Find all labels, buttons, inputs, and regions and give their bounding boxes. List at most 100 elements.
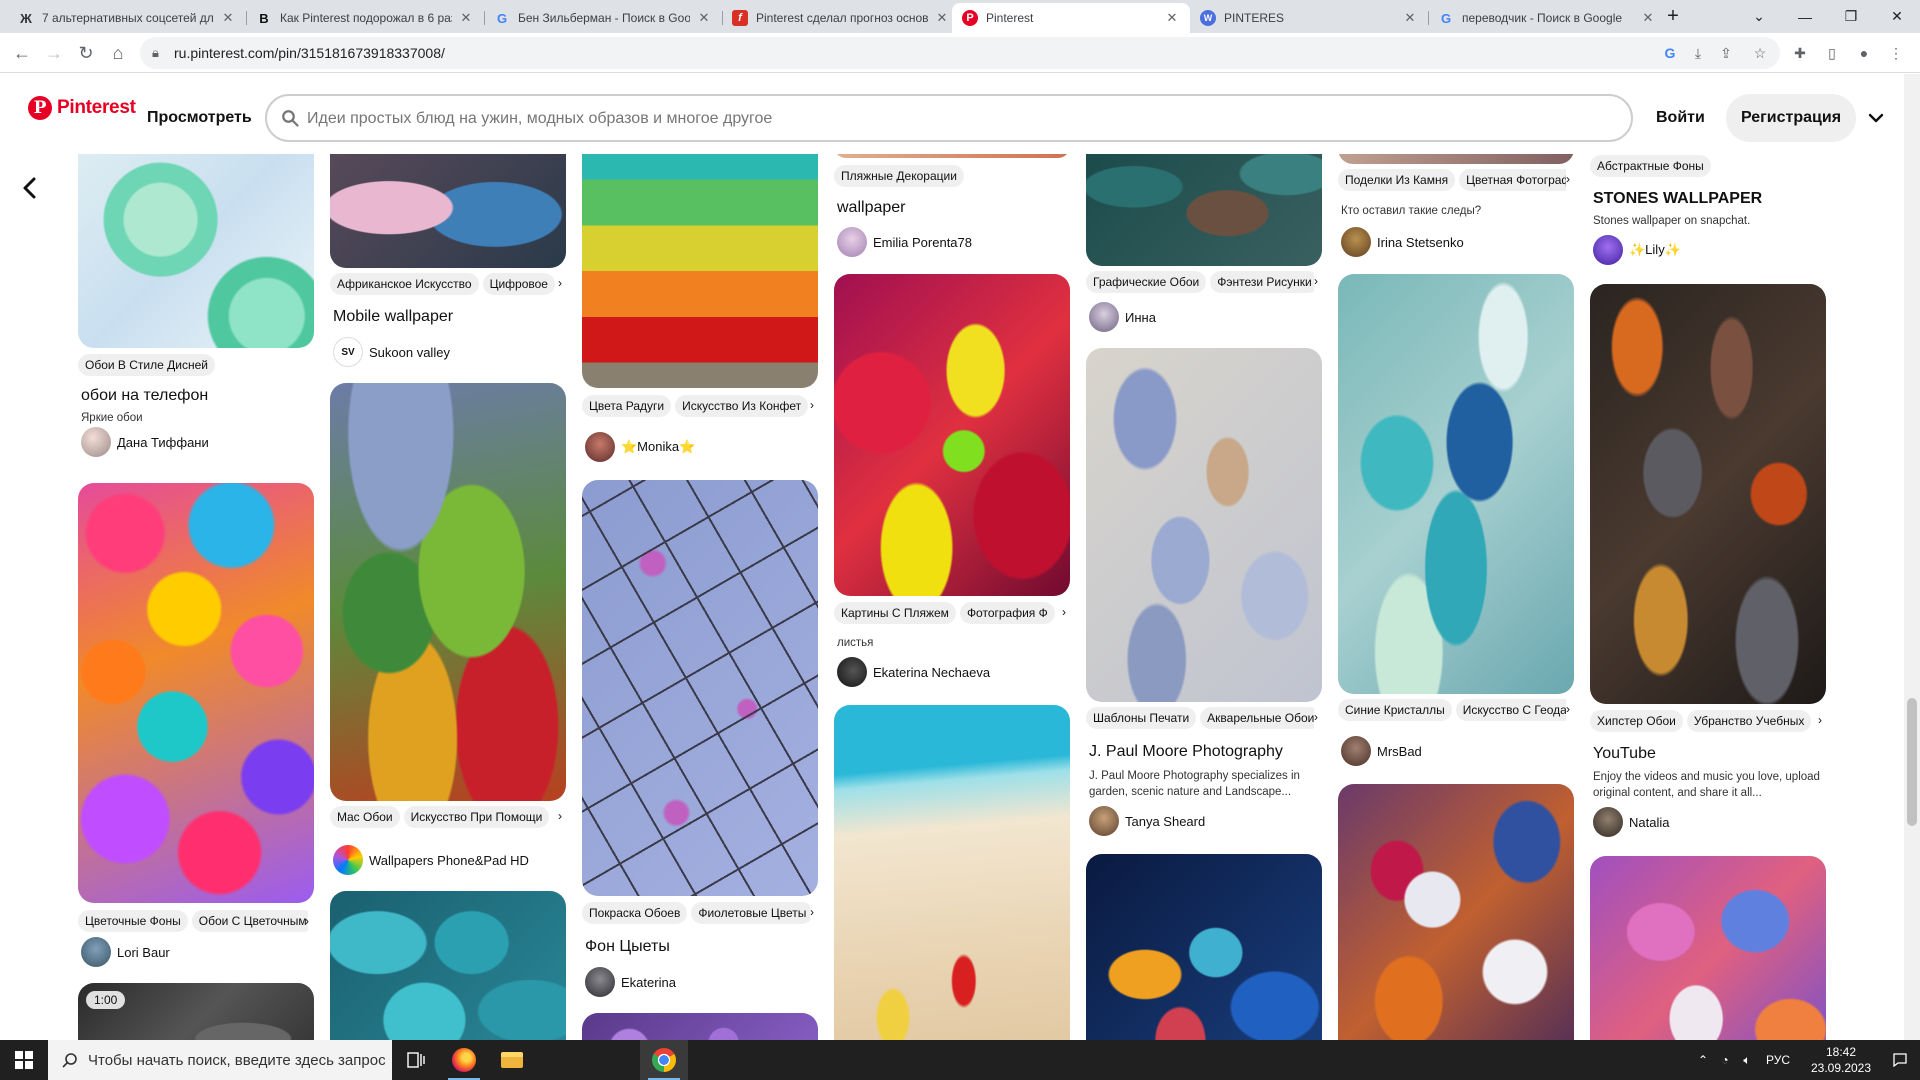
minimize-icon[interactable]: — <box>1782 0 1828 33</box>
pin-image-lime[interactable] <box>78 154 314 348</box>
tag-chip[interactable]: Искусство При Помощи <box>403 806 550 828</box>
chevron-right-icon[interactable]: › <box>1566 172 1570 186</box>
pin-image-beach-top[interactable] <box>834 154 1070 158</box>
pin-image-cracked-earth[interactable] <box>582 480 818 896</box>
chevron-right-icon[interactable]: › <box>558 276 562 290</box>
tag-chip[interactable]: Цифровое <box>482 273 555 295</box>
tag-chip[interactable]: Обои С Цветочным <box>191 910 308 932</box>
tag-chip[interactable]: Абстрактные Фоны <box>1590 155 1711 177</box>
address-bar[interactable]: 🔒︎ ru.pinterest.com/pin/3151816739183370… <box>140 37 1780 69</box>
tag-chip[interactable]: Африканское Искусство <box>330 273 479 295</box>
tag-chip[interactable]: Фиолетовые Цветы <box>691 902 810 924</box>
pin-title[interactable]: обои на телефон <box>81 387 208 405</box>
firefox-icon[interactable] <box>440 1040 488 1080</box>
tag-chip[interactable]: Акварельные Обои <box>1200 707 1314 729</box>
forward-icon[interactable]: → <box>40 39 68 67</box>
close-tab-icon[interactable]: ✕ <box>1402 10 1418 26</box>
pin-image-glass-stones[interactable] <box>1086 854 1322 1040</box>
pin-author[interactable]: MrsBad <box>1341 736 1422 766</box>
browser-menu-icon[interactable]: ⋮ <box>1886 43 1906 63</box>
pin-image-seashells[interactable] <box>1338 784 1574 1040</box>
install-app-icon[interactable]: ⤓ <box>1688 43 1708 63</box>
chevron-right-icon[interactable]: › <box>1818 713 1822 727</box>
chevron-right-icon[interactable]: › <box>810 398 814 412</box>
register-button[interactable]: Регистрация <box>1726 94 1856 142</box>
extensions-icon[interactable]: ✚ <box>1790 43 1810 63</box>
lock-icon[interactable]: 🔒︎ <box>152 45 159 61</box>
tag-chip[interactable]: Покраска Обоев <box>582 902 688 924</box>
reload-icon[interactable]: ↻ <box>72 39 100 67</box>
tag-chip[interactable]: Картины С Пляжем <box>834 602 956 624</box>
new-tab-button[interactable]: + <box>1650 0 1696 33</box>
start-button[interactable] <box>0 1040 48 1080</box>
taskbar-search-input[interactable]: Чтобы начать поиск, введите здесь запрос <box>48 1040 392 1080</box>
chevron-right-icon[interactable]: › <box>305 914 309 928</box>
volume-icon[interactable]: 🔈︎ <box>1736 1053 1758 1068</box>
pin-image-stones[interactable] <box>330 154 566 268</box>
chevron-right-icon[interactable]: › <box>1062 605 1066 619</box>
pin-image-turquoise[interactable] <box>330 891 566 1040</box>
pin-image-leaves[interactable] <box>330 383 566 801</box>
pin-image-rocks-teal[interactable] <box>1086 154 1322 266</box>
tag-chip[interactable]: Убранство Учебных <box>1686 710 1812 732</box>
browser-tab[interactable]: B Как Pinterest подорожал в 6 раз ✕ <box>246 3 484 33</box>
task-view-icon[interactable] <box>392 1040 440 1080</box>
pin-author[interactable]: Ekaterina <box>585 967 676 997</box>
tag-chip[interactable]: Шаблоны Печати <box>1086 707 1197 729</box>
pin-title[interactable]: STONES WALLPAPER <box>1593 190 1762 208</box>
side-panel-icon[interactable]: ▯ <box>1822 43 1842 63</box>
close-tab-icon[interactable]: ✕ <box>696 10 712 26</box>
home-icon[interactable]: ⌂ <box>104 39 132 67</box>
pin-author[interactable]: Ekaterina Nechaeva <box>837 657 990 687</box>
chevron-right-icon[interactable]: › <box>1314 274 1318 288</box>
tag-chip[interactable]: Хипстер Обои <box>1590 710 1683 732</box>
chrome-icon[interactable] <box>640 1040 688 1080</box>
pin-image-heart-stones[interactable] <box>1590 856 1826 1040</box>
close-tab-icon[interactable]: ✕ <box>220 10 236 26</box>
file-explorer-icon[interactable] <box>488 1040 536 1080</box>
pin-image-flowers[interactable] <box>78 483 314 903</box>
scrollbar-thumb[interactable] <box>1907 698 1917 826</box>
pin-image-stone-top[interactable] <box>1338 154 1574 164</box>
chevron-right-icon[interactable]: › <box>558 809 562 823</box>
taskbar-clock[interactable]: 18:42 23.09.2023 <box>1808 1044 1874 1076</box>
tag-chip[interactable]: Цветочные Фоны <box>78 910 188 932</box>
close-window-icon[interactable]: ✕ <box>1874 0 1920 33</box>
browser-tab-active[interactable]: P Pinterest ✕ <box>952 3 1190 33</box>
tag-chip[interactable]: Цветная Фотография <box>1459 169 1566 191</box>
pin-image-sea-glass[interactable] <box>1338 274 1574 694</box>
pin-image-beach[interactable] <box>834 705 1070 1040</box>
pin-author[interactable]: Lori Baur <box>81 937 170 967</box>
tag-chip[interactable]: Mac Обои <box>330 806 400 828</box>
notifications-icon[interactable] <box>1876 1040 1920 1080</box>
browser-tab[interactable]: f Pinterest сделал прогноз основ ✕ <box>722 3 960 33</box>
tag-chip[interactable]: Цвета Радуги <box>582 395 672 417</box>
tag-chip[interactable]: Пляжные Декорации <box>834 165 964 187</box>
restore-icon[interactable]: ❐ <box>1828 0 1874 33</box>
pin-author[interactable]: ✨Lily✨ <box>1593 235 1681 265</box>
pin-title[interactable]: Фон Цыеты <box>585 938 670 956</box>
bookmark-star-icon[interactable]: ☆ <box>1750 43 1770 63</box>
pin-title[interactable]: wallpaper <box>837 199 905 217</box>
login-button[interactable]: Войти <box>1656 109 1705 127</box>
tab-search-icon[interactable]: ⌄ <box>1736 0 1782 33</box>
pin-title[interactable]: Mobile wallpaper <box>333 308 453 326</box>
chevron-down-icon[interactable] <box>1866 108 1886 128</box>
network-icon[interactable]: ◔ <box>1714 1053 1736 1067</box>
pin-image-rainbow-stones[interactable] <box>582 154 818 388</box>
back-icon[interactable]: ← <box>8 39 36 67</box>
tag-chip[interactable]: Графические Обои <box>1086 271 1207 293</box>
browser-tab[interactable]: G Бен Зильберман - Поиск в Goog ✕ <box>484 3 722 33</box>
chevron-right-icon[interactable]: › <box>810 905 814 919</box>
browser-tab[interactable]: Ж 7 альтернативных соцсетей для ✕ <box>8 3 246 33</box>
pin-title[interactable]: J. Paul Moore Photography <box>1089 743 1283 761</box>
chevron-right-icon[interactable]: › <box>1566 702 1570 716</box>
back-arrow-icon[interactable] <box>18 176 42 200</box>
pinterest-logo[interactable]: P Pinterest <box>28 96 136 120</box>
tag-chip[interactable]: Обои В Стиле Дисней <box>78 354 215 376</box>
pin-author[interactable]: Emilia Porenta78 <box>837 227 972 257</box>
pin-image-violet-flowers[interactable] <box>582 1013 818 1040</box>
pin-author[interactable]: SV Sukoon valley <box>333 337 450 367</box>
url-text[interactable]: ru.pinterest.com/pin/315181673918337008/ <box>174 45 445 61</box>
tag-chip[interactable]: Фэнтези Рисунки <box>1210 271 1314 293</box>
